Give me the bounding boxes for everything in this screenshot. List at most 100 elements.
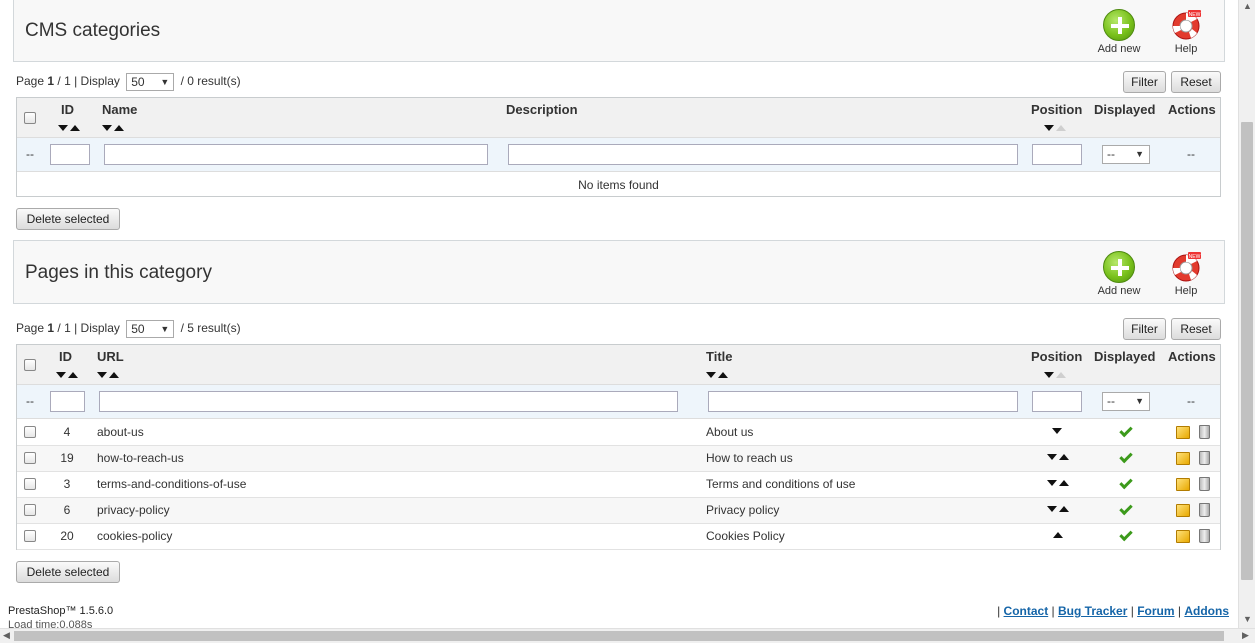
sort-position[interactable]	[1044, 125, 1066, 133]
cms-categories-reset-button[interactable]: Reset	[1171, 71, 1221, 93]
footer-link-bug-tracker[interactable]: Bug Tracker	[1058, 604, 1127, 618]
sort-url[interactable]	[97, 372, 119, 380]
sort-asc-icon[interactable]	[1056, 125, 1066, 131]
row-position-arrows[interactable]	[1046, 506, 1070, 514]
sort-position[interactable]	[1044, 372, 1066, 380]
sort-desc-icon[interactable]	[1044, 372, 1054, 378]
cms-categories-delete-selected-button[interactable]: Delete selected	[16, 208, 120, 230]
filter-id-input[interactable]	[50, 144, 90, 165]
move-down-icon[interactable]	[1047, 454, 1057, 460]
move-down-icon[interactable]	[1047, 480, 1057, 486]
vertical-scrollbar[interactable]: ▲ ▼	[1238, 0, 1255, 628]
edit-icon[interactable]	[1176, 530, 1190, 543]
select-all-checkbox[interactable]	[24, 112, 36, 124]
row-checkbox[interactable]	[24, 426, 36, 438]
row-checkbox[interactable]	[24, 478, 36, 490]
table-row[interactable]: 4 about-us About us	[17, 420, 1220, 446]
move-up-icon[interactable]	[1059, 480, 1069, 486]
row-checkbox[interactable]	[24, 504, 36, 516]
cms-categories-per-page-select[interactable]: 50 ▼	[126, 73, 175, 91]
sort-desc-icon[interactable]	[102, 125, 112, 131]
sort-desc-icon[interactable]	[1044, 125, 1054, 131]
delete-icon[interactable]	[1199, 503, 1210, 517]
filter-displayed-select[interactable]: -- ▼	[1102, 145, 1150, 164]
filter-title-input[interactable]	[708, 391, 1018, 412]
row-checkbox[interactable]	[24, 530, 36, 542]
edit-icon[interactable]	[1176, 478, 1190, 491]
sort-asc-icon[interactable]	[718, 372, 728, 378]
column-header-displayed: Displayed	[1094, 349, 1156, 364]
checkmark-icon[interactable]	[1119, 475, 1133, 490]
filter-name-input[interactable]	[104, 144, 488, 165]
scroll-up-arrow-icon[interactable]: ▲	[1243, 1, 1252, 11]
sort-asc-icon[interactable]	[1056, 372, 1066, 378]
cms-categories-filter-button[interactable]: Filter	[1123, 71, 1166, 93]
horizontal-scroll-thumb[interactable]	[14, 631, 1224, 641]
row-checkbox[interactable]	[24, 452, 36, 464]
row-id: 3	[63, 477, 71, 491]
sort-asc-icon[interactable]	[68, 372, 78, 378]
sort-id[interactable]	[58, 125, 80, 133]
move-up-icon[interactable]	[1059, 506, 1069, 512]
edit-icon[interactable]	[1176, 426, 1190, 439]
select-all-checkbox[interactable]	[24, 359, 36, 371]
pages-per-page-select[interactable]: 50 ▼	[126, 320, 175, 338]
cms-categories-add-new-button[interactable]: Add new	[1089, 9, 1149, 55]
delete-icon[interactable]	[1199, 477, 1210, 491]
sort-asc-icon[interactable]	[109, 372, 119, 378]
table-row[interactable]: 19 how-to-reach-us How to reach us	[17, 446, 1220, 472]
footer-link-forum[interactable]: Forum	[1137, 604, 1174, 618]
scroll-down-arrow-icon[interactable]: ▼	[1243, 614, 1252, 624]
delete-icon[interactable]	[1199, 529, 1210, 543]
filter-position-input[interactable]	[1032, 391, 1082, 412]
move-up-icon[interactable]	[1053, 532, 1063, 538]
filter-description-input[interactable]	[508, 144, 1018, 165]
row-position-arrows[interactable]	[1046, 454, 1070, 462]
table-row[interactable]: 20 cookies-policy Cookies Policy	[17, 524, 1220, 550]
scroll-left-arrow-icon[interactable]: ◀	[3, 630, 10, 641]
row-position-arrows[interactable]	[1046, 480, 1070, 488]
delete-icon[interactable]	[1199, 451, 1210, 465]
sort-desc-icon[interactable]	[706, 372, 716, 378]
checkmark-icon[interactable]	[1119, 527, 1133, 542]
sort-name[interactable]	[102, 125, 124, 133]
move-down-icon[interactable]	[1052, 428, 1062, 434]
pages-help-button[interactable]: NEW Help	[1156, 251, 1216, 297]
horizontal-scrollbar[interactable]: ◀ ▶	[0, 628, 1255, 643]
checkmark-icon[interactable]	[1119, 501, 1133, 516]
sort-desc-icon[interactable]	[56, 372, 66, 378]
footer-link-addons[interactable]: Addons	[1184, 604, 1229, 618]
column-header-name: Name	[102, 102, 138, 117]
checkmark-icon[interactable]	[1119, 449, 1133, 464]
move-up-icon[interactable]	[1059, 454, 1069, 460]
row-position-arrows[interactable]	[1046, 532, 1070, 540]
sort-desc-icon[interactable]	[97, 372, 107, 378]
row-id: 20	[60, 529, 74, 543]
vertical-scroll-thumb[interactable]	[1241, 122, 1253, 580]
scroll-right-arrow-icon[interactable]: ▶	[1242, 630, 1249, 641]
move-down-icon[interactable]	[1047, 506, 1057, 512]
filter-displayed-select[interactable]: -- ▼	[1102, 392, 1150, 411]
filter-position-input[interactable]	[1032, 144, 1082, 165]
sort-asc-icon[interactable]	[114, 125, 124, 131]
pages-add-new-button[interactable]: Add new	[1089, 251, 1149, 297]
pages-filter-button[interactable]: Filter	[1123, 318, 1166, 340]
sort-id[interactable]	[56, 372, 78, 380]
pages-reset-button[interactable]: Reset	[1171, 318, 1221, 340]
edit-icon[interactable]	[1176, 452, 1190, 465]
footer-link-contact[interactable]: Contact	[1004, 604, 1049, 618]
delete-icon[interactable]	[1199, 425, 1210, 439]
checkmark-icon[interactable]	[1119, 423, 1133, 438]
filter-id-input[interactable]	[50, 391, 85, 412]
edit-icon[interactable]	[1176, 504, 1190, 517]
svg-text:NEW: NEW	[1189, 12, 1201, 18]
sort-asc-icon[interactable]	[70, 125, 80, 131]
filter-url-input[interactable]	[99, 391, 678, 412]
pages-delete-selected-button[interactable]: Delete selected	[16, 561, 120, 583]
cms-categories-help-button[interactable]: NEW Help	[1156, 9, 1216, 55]
row-position-arrows[interactable]	[1046, 428, 1070, 436]
table-row[interactable]: 6 privacy-policy Privacy policy	[17, 498, 1220, 524]
table-row[interactable]: 3 terms-and-conditions-of-use Terms and co…	[17, 472, 1220, 498]
sort-title[interactable]	[706, 372, 728, 380]
sort-desc-icon[interactable]	[58, 125, 68, 131]
